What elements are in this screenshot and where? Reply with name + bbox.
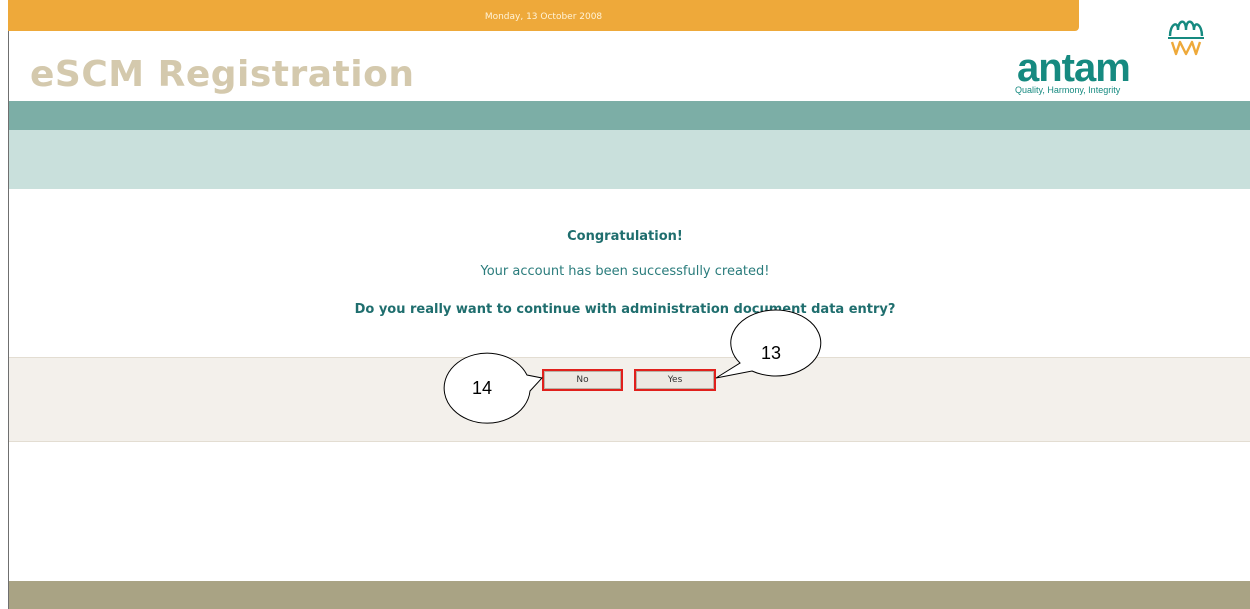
footer-bar xyxy=(9,581,1250,609)
annotation-callout-yes xyxy=(715,309,822,379)
callout-label-yes: 13 xyxy=(761,343,782,363)
